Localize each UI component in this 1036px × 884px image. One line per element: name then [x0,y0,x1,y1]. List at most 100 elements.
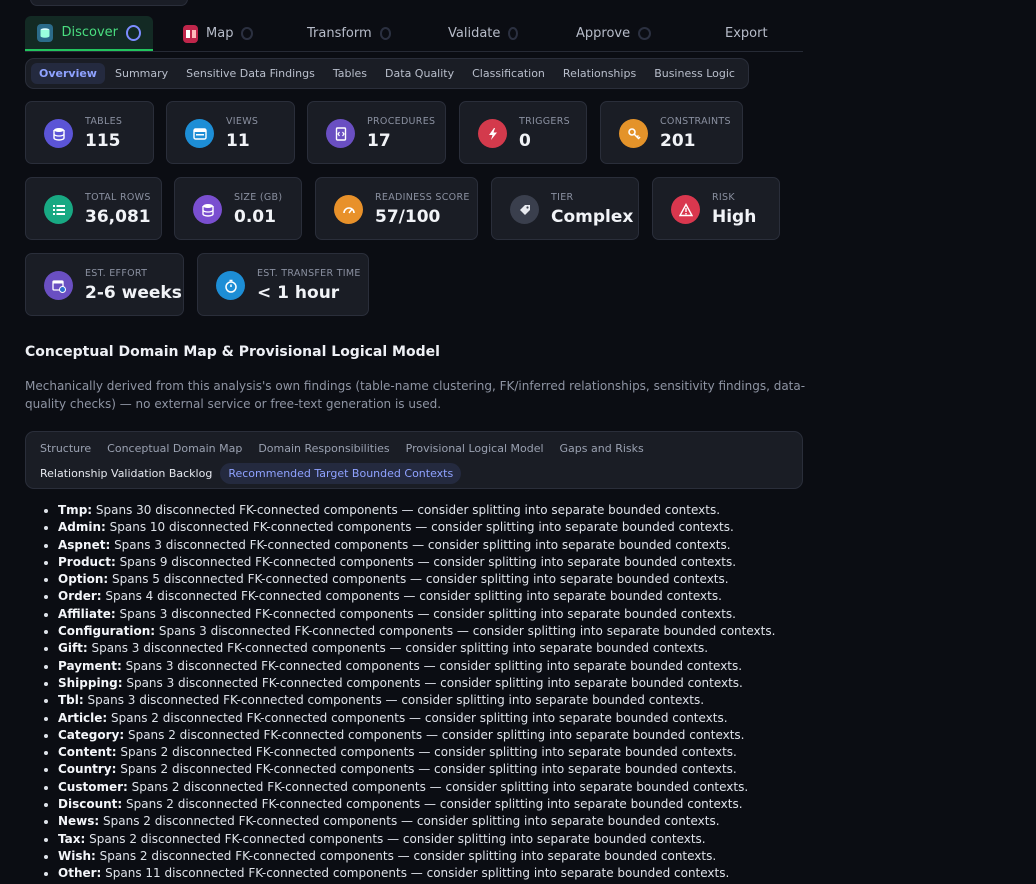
context-recommendation: Spans 9 disconnected FK-connected compon… [115,554,737,569]
list-item: Other: Spans 11 disconnected FK-connecte… [58,865,775,882]
step-approve[interactable]: Approve [530,16,663,51]
stopwatch-icon [216,271,245,300]
metric-effort-card: EST. EFFORT 2-6 weeks [25,253,184,316]
list-item: Gift: Spans 3 disconnected FK-connected … [58,640,775,657]
map-icon [183,24,199,43]
metric-label: VIEWS [226,116,259,127]
list-item: Article: Spans 2 disconnected FK-connect… [58,710,775,727]
context-name: Aspnet: [58,537,111,552]
list-item: Admin: Spans 10 disconnected FK-connecte… [58,519,775,536]
metric-label: PROCEDURES [367,116,436,127]
tab-business-logic[interactable]: Business Logic [646,63,743,84]
section-title: Conceptual Domain Map & Provisional Logi… [25,344,440,360]
context-recommendation: Spans 2 disconnected FK-connected compon… [99,814,720,829]
metric-value: < 1 hour [257,283,340,303]
tab-gaps-and-risks[interactable]: Gaps and Risks [552,438,652,459]
context-name: Customer: [58,779,128,794]
metric-value: 0.01 [234,207,276,227]
metric-size-card: SIZE (GB) 0.01 [174,177,302,240]
pending-ring-icon [379,27,391,40]
context-recommendation: Spans 2 disconnected FK-connected compon… [122,797,743,812]
metric-readiness-card: READINESS SCORE 57/100 [315,177,478,240]
pending-ring-icon [508,27,518,40]
metric-label: TOTAL ROWS [85,192,151,203]
list-item: Content: Spans 2 disconnected FK-connect… [58,744,775,761]
list-item: Country: Spans 2 disconnected FK-connect… [58,761,775,778]
step-label: Map [206,26,234,41]
context-name: Category: [58,727,125,742]
metric-label: TABLES [85,116,123,127]
metric-value: 0 [519,131,531,151]
metric-value: 57/100 [375,207,441,227]
tab-relationship-validation-backlog[interactable]: Relationship Validation Backlog [32,463,220,484]
tab-relationships[interactable]: Relationships [555,63,644,84]
context-name: Configuration: [58,624,156,639]
database-icon [37,23,54,42]
metric-value: High [712,207,757,227]
context-recommendation: Spans 4 disconnected FK-connected compon… [101,589,722,604]
tab-tables[interactable]: Tables [325,63,375,84]
metric-value: 201 [660,131,696,151]
context-recommendation: Spans 3 disconnected FK-connected compon… [115,606,736,621]
metric-value: 115 [85,131,121,151]
context-recommendation: Spans 2 disconnected FK-connected compon… [124,727,745,742]
list-item: Option: Spans 5 disconnected FK-connecte… [58,571,775,588]
pending-ring-icon [638,27,651,40]
context-recommendation: Spans 2 disconnected FK-connected compon… [116,745,737,760]
metric-value: 17 [367,131,391,151]
context-name: Tbl: [58,693,84,708]
metric-value: Complex [551,207,634,227]
metric-label: SIZE (GB) [234,192,283,203]
domain-model-tabs: Structure Conceptual Domain Map Domain R… [25,431,803,489]
tab-structure[interactable]: Structure [32,438,99,459]
key-icon [619,119,648,148]
context-name: Product: [58,554,116,569]
tab-summary[interactable]: Summary [107,63,176,84]
top-toolbar-stub [30,0,188,6]
context-recommendation: Spans 30 disconnected FK-connected compo… [92,503,721,517]
context-recommendation: Spans 11 disconnected FK-connected compo… [101,866,730,881]
context-recommendation: Spans 2 disconnected FK-connected compon… [95,848,717,863]
discover-subtabs: Overview Summary Sensitive Data Findings… [25,58,749,89]
metric-label: EST. TRANSFER TIME [257,268,361,279]
metric-label: TIER [551,192,574,203]
tab-overview[interactable]: Overview [31,63,105,84]
list-item: Wish: Spans 2 disconnected FK-connected … [58,848,775,865]
tab-classification[interactable]: Classification [464,63,553,84]
tab-recommended-target-bounded-contexts[interactable]: Recommended Target Bounded Contexts [220,463,462,484]
progress-ring-icon [126,24,141,41]
tab-conceptual-domain-map[interactable]: Conceptual Domain Map [99,438,250,459]
tab-sensitive-data-findings[interactable]: Sensitive Data Findings [178,63,323,84]
list-icon [44,195,73,224]
tag-icon [510,195,539,224]
context-recommendation: Spans 3 disconnected FK-connected compon… [87,641,709,656]
step-discover[interactable]: Discover [25,16,153,51]
code-file-icon [326,119,355,148]
context-name: Content: [58,745,117,760]
metric-label: READINESS SCORE [375,192,470,203]
step-validate[interactable]: Validate [403,16,530,51]
metric-views-card: VIEWS 11 [166,101,295,164]
tab-domain-responsibilities[interactable]: Domain Responsibilities [250,438,397,459]
context-name: News: [58,814,100,829]
step-export[interactable]: Export [663,16,803,51]
list-item: News: Spans 2 disconnected FK-connected … [58,813,775,830]
tab-data-quality[interactable]: Data Quality [377,63,462,84]
database-icon [44,119,73,148]
context-name: Order: [58,589,102,604]
tab-provisional-logical-model[interactable]: Provisional Logical Model [398,438,552,459]
step-transform[interactable]: Transform [265,16,403,51]
lightning-icon [478,119,507,148]
context-name: Other: [58,866,102,881]
list-item: Customer: Spans 2 disconnected FK-connec… [58,779,775,796]
context-name: Country: [58,762,117,777]
context-recommendation: Spans 2 disconnected FK-connected compon… [85,831,706,846]
context-recommendation: Spans 3 disconnected FK-connected compon… [121,658,743,673]
metric-tier-card: TIER Complex [491,177,639,240]
step-map[interactable]: Map [153,16,265,51]
metric-triggers-card: TRIGGERS 0 [459,101,587,164]
context-name: Admin: [58,520,106,535]
recommendations-list: Tmp: Spans 30 disconnected FK-connected … [40,502,775,883]
metric-value: 11 [226,131,250,151]
section-description: Mechanically derived from this analysis'… [25,379,806,411]
